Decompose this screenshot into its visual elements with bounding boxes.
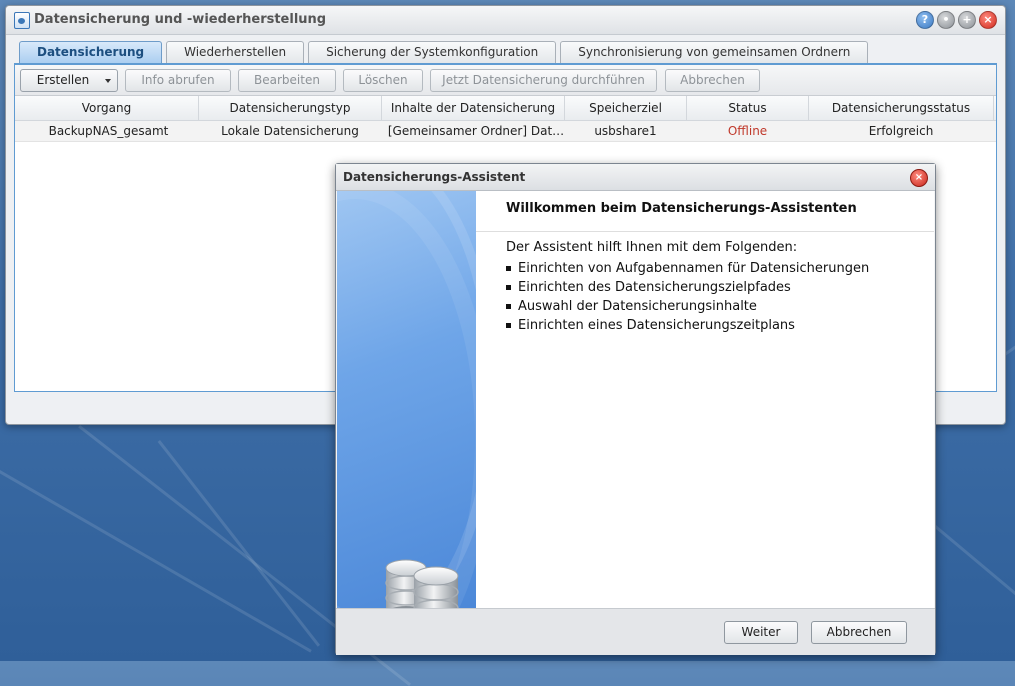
next-button[interactable]: Weiter <box>724 621 798 644</box>
cell-datensicherungsstatus: Erfolgreich <box>868 124 934 138</box>
toolbar: Erstellen Info abrufen Bearbeiten Lösche… <box>15 65 996 96</box>
edit-button[interactable]: Bearbeiten <box>238 69 336 92</box>
list-item-label: Auswahl der Datensicherungsinhalte <box>518 299 757 314</box>
create-button-label: Erstellen <box>36 73 90 87</box>
wizard-intro: Der Assistent hilft Ihnen mit dem Folgen… <box>506 240 798 255</box>
backup-now-button[interactable]: Jetzt Datensicherung durchführen <box>430 69 657 92</box>
dialog-titlebar[interactable]: Datensicherungs-Assistent × <box>336 164 935 191</box>
col-status[interactable]: Status <box>687 96 809 120</box>
table-row[interactable]: BackupNAS_gesamt Lokale Datensicherung [… <box>15 121 996 142</box>
window-titlebar[interactable]: Datensicherung und -wiederherstellung ? … <box>6 6 1005 35</box>
delete-button[interactable]: Löschen <box>343 69 423 92</box>
col-datensicherungsstatus[interactable]: Datensicherungsstatus <box>809 96 994 120</box>
close-icon[interactable]: × <box>979 11 997 29</box>
wizard-content: Willkommen beim Datensicherungs-Assisten… <box>476 191 934 608</box>
cell-speicherziel: usbshare1 <box>594 124 657 138</box>
tab-synchronisierung[interactable]: Synchronisierung von gemeinsamen Ordnern <box>560 41 869 63</box>
database-icon <box>385 559 459 608</box>
col-vorgang[interactable]: Vorgang <box>15 96 199 120</box>
wizard-heading: Willkommen beim Datensicherungs-Assisten… <box>476 191 934 232</box>
maximize-icon[interactable]: + <box>958 11 976 29</box>
col-typ[interactable]: Datensicherungstyp <box>199 96 382 120</box>
list-item: Einrichten von Aufgabennamen für Datensi… <box>506 259 934 278</box>
dialog-footer: Weiter Abbrechen <box>336 608 935 655</box>
minimize-icon[interactable]: • <box>937 11 955 29</box>
wizard-body: Der Assistent hilft Ihnen mit dem Folgen… <box>476 232 934 335</box>
dialog-cancel-button[interactable]: Abbrechen <box>811 621 907 644</box>
cell-inhalte: [Gemeinsamer Ordner] Dat… <box>387 124 565 138</box>
list-item: Einrichten eines Datensicherungszeitplan… <box>506 316 934 335</box>
tab-systemkonfiguration[interactable]: Sicherung der Systemkonfiguration <box>308 41 557 63</box>
create-button[interactable]: Erstellen <box>20 69 118 92</box>
wizard-steps-list: Einrichten von Aufgabennamen für Datensi… <box>506 259 934 335</box>
grid-header: Vorgang Datensicherungstyp Inhalte der D… <box>15 96 996 121</box>
tab-bar: Datensicherung Wiederherstellen Sicherun… <box>19 41 869 64</box>
help-icon[interactable]: ? <box>916 11 934 29</box>
list-item-label: Einrichten von Aufgabennamen für Datensi… <box>518 261 870 276</box>
cell-vorgang: BackupNAS_gesamt <box>48 124 169 138</box>
app-backup-icon <box>14 12 30 29</box>
list-item: Einrichten des Datensicherungszielpfades <box>506 278 934 297</box>
col-speicherziel[interactable]: Speicherziel <box>565 96 687 120</box>
backup-wizard-dialog: Datensicherungs-Assistent × Willkommen b… <box>335 163 936 655</box>
window-controls: ? • + × <box>916 11 997 29</box>
list-item: Auswahl der Datensicherungsinhalte <box>506 297 934 316</box>
list-item-label: Einrichten des Datensicherungszielpfades <box>518 280 791 295</box>
tab-datensicherung[interactable]: Datensicherung <box>19 41 163 64</box>
info-button[interactable]: Info abrufen <box>125 69 231 92</box>
wizard-sidebar-graphic <box>337 191 476 608</box>
close-icon[interactable]: × <box>910 169 928 187</box>
dialog-title: Datensicherungs-Assistent <box>343 170 526 184</box>
chevron-down-icon <box>105 79 111 83</box>
window-title: Datensicherung und -wiederherstellung <box>34 12 327 27</box>
cancel-button[interactable]: Abbrechen <box>665 69 760 92</box>
list-item-label: Einrichten eines Datensicherungszeitplan… <box>518 318 795 333</box>
cell-typ: Lokale Datensicherung <box>221 124 359 138</box>
cell-status: Offline <box>727 124 768 138</box>
col-inhalte[interactable]: Inhalte der Datensicherung <box>382 96 565 120</box>
tab-wiederherstellen[interactable]: Wiederherstellen <box>166 41 305 63</box>
